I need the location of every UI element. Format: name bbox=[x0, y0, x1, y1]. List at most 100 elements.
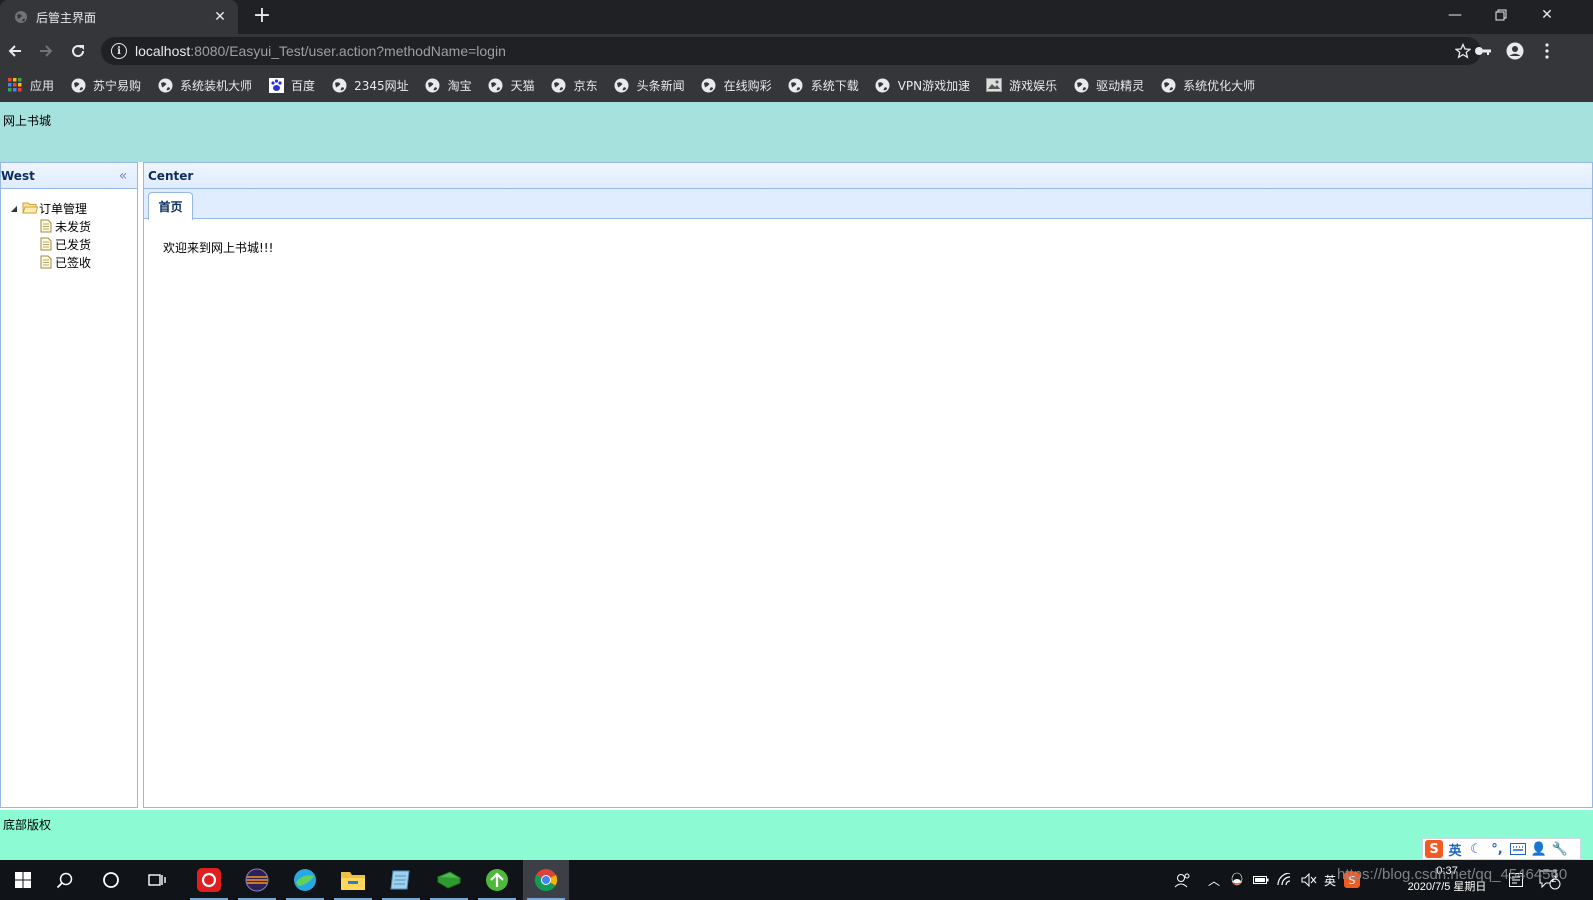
bookmark-item[interactable]: 苏宁易购 bbox=[70, 77, 141, 94]
chevron-up-icon[interactable]: ︿ bbox=[1204, 860, 1224, 900]
restore-icon[interactable] bbox=[1478, 0, 1524, 30]
browser-360-icon[interactable] bbox=[282, 860, 328, 900]
tab-home[interactable]: 首页 bbox=[148, 192, 193, 220]
bookmark-item[interactable]: 应用 bbox=[7, 77, 54, 94]
bookmark-label: 在线购彩 bbox=[723, 78, 772, 93]
welcome-text: 欢迎来到网上书城!!! bbox=[163, 241, 274, 255]
bookmark-label: 淘宝 bbox=[447, 78, 472, 93]
profile-icon[interactable] bbox=[1503, 39, 1527, 63]
browser-tab[interactable]: 后管主界面 ✕ bbox=[0, 0, 238, 34]
west-panel-header: West « bbox=[1, 163, 137, 189]
punctuation-icon[interactable]: °, bbox=[1488, 840, 1506, 858]
site-title: 网上书城 bbox=[3, 114, 52, 128]
tree-node-received[interactable]: 已签收 bbox=[9, 253, 137, 271]
bookmark-label: 游戏娱乐 bbox=[1009, 78, 1058, 93]
file-explorer-icon[interactable] bbox=[330, 860, 376, 900]
bookmark-label: 头条新闻 bbox=[636, 78, 685, 93]
bookmarks-bar: 应用 苏宁易购 系统装机大师 百度 2345网址 淘宝 天猫 京东 头条新闻 在线购彩 系统下载 VP… bbox=[0, 68, 1593, 102]
bookmark-item[interactable]: 京东 bbox=[551, 77, 598, 94]
chrome-icon[interactable] bbox=[523, 860, 569, 900]
minimize-icon[interactable]: — bbox=[1432, 0, 1478, 30]
user-icon[interactable]: 👤 bbox=[1530, 840, 1548, 858]
task-view-icon[interactable] bbox=[134, 860, 180, 900]
globe-icon bbox=[701, 77, 717, 93]
bookmark-item[interactable]: VPN游戏加速 bbox=[875, 77, 970, 94]
bookmark-label: 百度 bbox=[291, 78, 316, 93]
bookmark-item[interactable]: 系统下载 bbox=[788, 77, 859, 94]
collapse-icon[interactable]: « bbox=[115, 168, 131, 184]
address-bar[interactable]: i localhost:8080/Easyui_Test/user.action… bbox=[101, 37, 1481, 65]
close-tab-icon[interactable]: ✕ bbox=[210, 7, 230, 27]
bookmark-item[interactable]: 游戏娱乐 bbox=[986, 77, 1057, 94]
tab-title: 后管主界面 bbox=[36, 10, 97, 25]
green-book-icon[interactable] bbox=[426, 860, 472, 900]
tree-node-label: 订单管理 bbox=[39, 201, 88, 216]
eclipse-icon[interactable] bbox=[234, 860, 280, 900]
key-icon[interactable] bbox=[1471, 39, 1495, 63]
people-icon[interactable] bbox=[1170, 860, 1196, 900]
footer-copyright: 底部版权 bbox=[3, 818, 52, 832]
close-window-icon[interactable]: ✕ bbox=[1524, 0, 1570, 30]
globe-icon bbox=[425, 77, 441, 93]
north-region: 网上书城 bbox=[0, 102, 1593, 162]
bookmark-item[interactable]: 淘宝 bbox=[425, 77, 472, 94]
expand-toggle-icon[interactable]: ◢ bbox=[9, 203, 19, 213]
tree-node-label: 未发货 bbox=[55, 219, 92, 234]
bookmark-item[interactable]: 系统优化大师 bbox=[1160, 77, 1255, 94]
half-width-moon-icon[interactable]: ☾ bbox=[1467, 840, 1485, 858]
apps-grid-icon bbox=[7, 77, 23, 93]
cortana-icon[interactable] bbox=[88, 860, 134, 900]
bookmark-item[interactable]: 百度 bbox=[268, 77, 315, 94]
battery-icon[interactable] bbox=[1250, 860, 1272, 900]
back-icon[interactable] bbox=[3, 39, 27, 63]
site-info-icon[interactable]: i bbox=[111, 43, 127, 59]
tree-node-shipped[interactable]: 已发货 bbox=[9, 235, 137, 253]
browser-tabstrip: 后管主界面 ✕ + — ✕ bbox=[0, 0, 1593, 34]
globe-icon bbox=[331, 77, 347, 93]
bookmark-label: 苏宁易购 bbox=[93, 78, 142, 93]
globe-icon bbox=[488, 77, 504, 93]
bookmark-label: VPN游戏加速 bbox=[897, 78, 971, 93]
tree-node-label: 已签收 bbox=[55, 255, 92, 270]
center-panel-header: Center bbox=[144, 163, 1592, 189]
globe-icon bbox=[1073, 77, 1089, 93]
bookmark-star-icon[interactable] bbox=[1453, 41, 1473, 61]
watermark-text: https://blog.csdn.net/qq_45464560 bbox=[1337, 866, 1568, 883]
globe-icon bbox=[70, 77, 86, 93]
folder-open-icon bbox=[22, 200, 38, 216]
ime-mode-label[interactable]: 英 bbox=[1446, 840, 1464, 859]
windows-start-icon[interactable] bbox=[0, 860, 46, 900]
green-arrow-app-icon[interactable] bbox=[474, 860, 520, 900]
wifi-icon[interactable] bbox=[1274, 860, 1296, 900]
tree-node-unshipped[interactable]: 未发货 bbox=[9, 217, 137, 235]
bookmark-item[interactable]: 天猫 bbox=[488, 77, 535, 94]
netease-music-icon[interactable] bbox=[186, 860, 232, 900]
page-content: 网上书城 West « ◢ 订单管理 未发货 已发货 已签收 Center 首页… bbox=[0, 102, 1593, 860]
bookmark-item[interactable]: 系统装机大师 bbox=[157, 77, 252, 94]
bookmark-label: 驱动精灵 bbox=[1096, 78, 1145, 93]
ime-toolbar: S 英 ☾ °, 👤 🔧 bbox=[1422, 838, 1581, 860]
bookmark-item[interactable]: 头条新闻 bbox=[614, 77, 685, 94]
bookmark-item[interactable]: 驱动精灵 bbox=[1073, 77, 1144, 94]
forward-icon[interactable] bbox=[34, 39, 58, 63]
reload-icon[interactable] bbox=[66, 39, 90, 63]
baidu-paw-icon bbox=[268, 77, 284, 93]
menu-kebab-icon[interactable] bbox=[1535, 39, 1559, 63]
file-icon bbox=[38, 218, 54, 234]
keyboard-icon[interactable] bbox=[1509, 840, 1527, 858]
file-icon bbox=[38, 236, 54, 252]
volume-muted-icon[interactable] bbox=[1298, 860, 1320, 900]
globe-icon bbox=[614, 77, 630, 93]
search-icon[interactable] bbox=[42, 860, 88, 900]
qq-icon[interactable] bbox=[1226, 860, 1248, 900]
url-text[interactable]: localhost:8080/Easyui_Test/user.action?m… bbox=[135, 43, 1453, 59]
notepad-app-icon[interactable] bbox=[378, 860, 424, 900]
wrench-icon[interactable]: 🔧 bbox=[1551, 840, 1569, 858]
sogou-logo-icon[interactable]: S bbox=[1425, 840, 1443, 858]
bookmark-item[interactable]: 在线购彩 bbox=[701, 77, 772, 94]
globe-icon bbox=[551, 77, 567, 93]
new-tab-button[interactable]: + bbox=[250, 5, 274, 29]
center-panel: Center 首页 欢迎来到网上书城!!! bbox=[143, 162, 1593, 808]
tree-node-root[interactable]: ◢ 订单管理 bbox=[9, 199, 137, 217]
bookmark-item[interactable]: 2345网址 bbox=[331, 77, 409, 94]
